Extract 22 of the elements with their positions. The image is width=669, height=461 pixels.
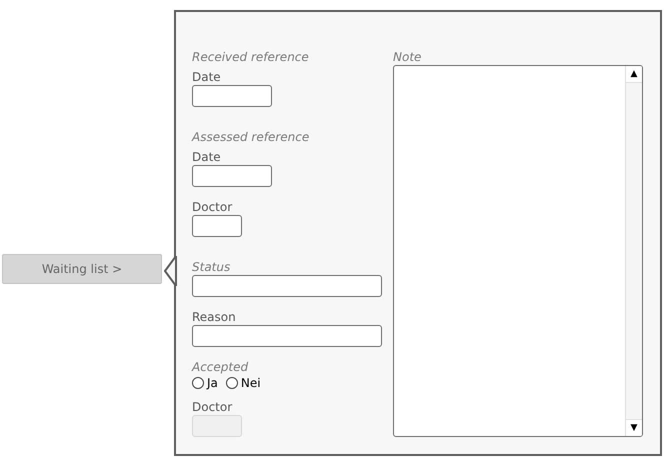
waiting-list-button[interactable]: Waiting list > bbox=[2, 254, 162, 284]
section-heading: Note bbox=[393, 49, 422, 65]
scrollbar[interactable]: ▲ ▼ bbox=[625, 66, 642, 436]
section-heading: Status bbox=[192, 259, 232, 275]
field-label: Doctor bbox=[192, 199, 234, 215]
input-field[interactable] bbox=[192, 165, 272, 187]
field-label: Date bbox=[192, 69, 222, 85]
section-heading: Received reference bbox=[192, 49, 310, 65]
scroll-up-button[interactable]: ▲ bbox=[626, 66, 642, 83]
note-textarea[interactable]: ▲ ▼ bbox=[393, 65, 643, 437]
input-field[interactable] bbox=[192, 275, 382, 297]
section-heading: Accepted bbox=[192, 359, 250, 375]
input-field[interactable] bbox=[192, 215, 242, 237]
input-field[interactable] bbox=[192, 325, 382, 347]
field-label: Reason bbox=[192, 309, 237, 325]
radio-option[interactable]: Ja bbox=[192, 374, 218, 392]
input-field[interactable] bbox=[192, 85, 272, 107]
scroll-down-button[interactable]: ▼ bbox=[626, 419, 642, 436]
radio-option[interactable]: Nei bbox=[226, 374, 261, 392]
field-label: Date bbox=[192, 149, 222, 165]
section-heading: Assessed reference bbox=[192, 129, 310, 145]
field-label: Doctor bbox=[192, 399, 234, 415]
